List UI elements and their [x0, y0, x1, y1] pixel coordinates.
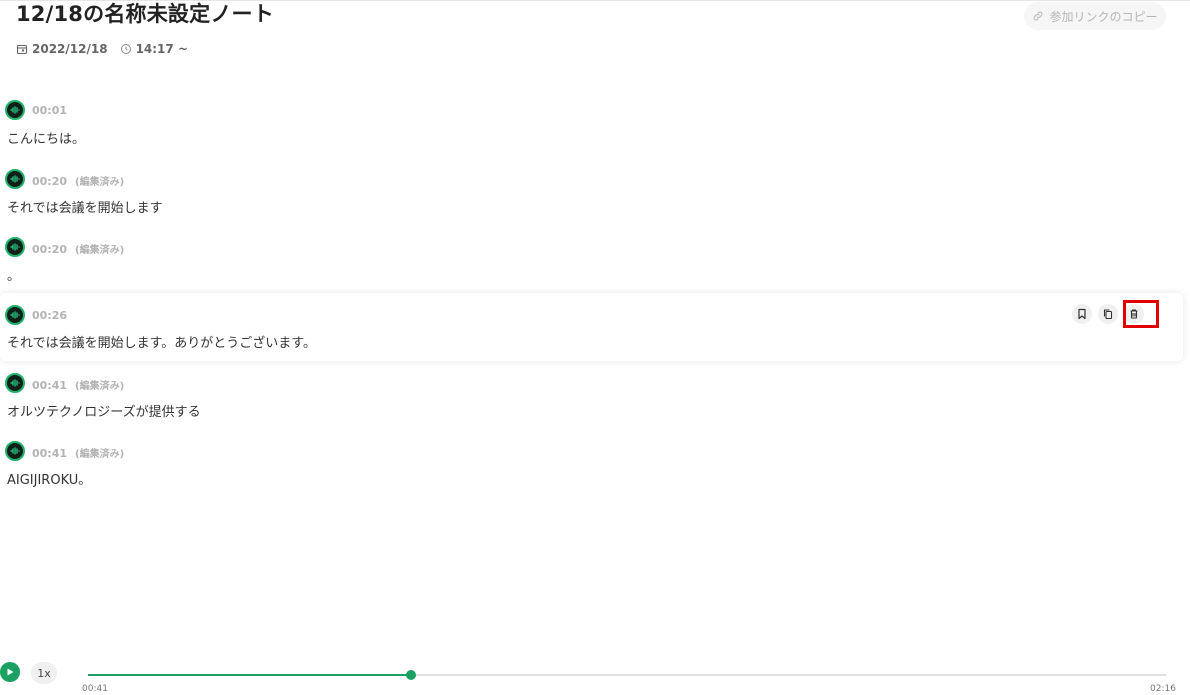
speaker-avatar: [5, 373, 25, 393]
speaker-avatar: [5, 441, 25, 461]
transcript-item[interactable]: 00:41 (編集済み) オルツテクノロジーズが提供する: [0, 369, 1183, 437]
transcript-item[interactable]: 00:01 こんにちは。: [0, 96, 1183, 164]
waveform-icon: [10, 447, 20, 455]
timestamp: 00:26: [32, 309, 68, 322]
transcript-item[interactable]: 00:20 (編集済み) 。: [0, 233, 1183, 301]
calendar-icon: [16, 44, 28, 55]
seek-bar[interactable]: [88, 670, 1166, 680]
waveform-icon: [10, 106, 20, 114]
transcript-text: それでは会議を開始します: [7, 201, 163, 216]
clock-icon: [120, 44, 131, 54]
timestamp: 00:20 (編集済み): [32, 243, 125, 256]
speaker-avatar: [5, 169, 25, 189]
seek-bar-progress: [88, 674, 412, 676]
waveform-icon: [10, 379, 20, 387]
waveform-icon: [10, 311, 20, 319]
note-title: 12/18の名称未設定ノート: [16, 2, 274, 26]
copy-join-link-label: 参加リンクのコピー: [1049, 9, 1158, 24]
transcript-text: それでは会議を開始します。ありがとうございます。: [7, 336, 317, 351]
transcript-item[interactable]: 00:41 (編集済み) AIGIJIROKU。: [0, 437, 1183, 505]
copy-button[interactable]: [1098, 304, 1118, 324]
timestamp: 00:01: [32, 104, 68, 117]
transcript-item-active[interactable]: 00:26 それでは会議を開始します。ありがとうございます。: [0, 293, 1183, 361]
copy-icon: [1103, 309, 1113, 320]
audio-player: 1x 00:41 02:16: [0, 652, 1190, 695]
timestamp: 00:41 (編集済み): [32, 447, 125, 460]
waveform-icon: [10, 175, 20, 183]
transcript-text: 。: [7, 269, 21, 284]
total-duration: 02:16: [1150, 684, 1176, 694]
transcript-text: こんにちは。: [7, 132, 86, 147]
timestamp: 00:41 (編集済み): [32, 379, 125, 392]
highlight-box: [1123, 300, 1159, 328]
play-button[interactable]: [0, 662, 20, 682]
speaker-avatar: [5, 237, 25, 257]
transcript-text: AIGIJIROKU。: [7, 473, 92, 488]
transcript-item[interactable]: 00:20 (編集済み) それでは会議を開始します: [0, 165, 1183, 233]
link-icon: [1034, 11, 1043, 21]
speaker-avatar: [5, 100, 25, 120]
bookmark-icon: [1078, 308, 1086, 320]
note-meta: 2022/12/18 14:17 ~: [16, 42, 188, 56]
timestamp: 00:20 (編集済み): [32, 175, 125, 188]
seek-bar-handle[interactable]: [406, 670, 417, 680]
note-date: 2022/12/18: [32, 42, 108, 56]
copy-join-link-button[interactable]: 参加リンクのコピー: [1024, 2, 1166, 30]
current-time: 00:41: [82, 684, 108, 694]
bookmark-button[interactable]: [1072, 304, 1092, 324]
waveform-icon: [10, 243, 20, 251]
note-start-time: 14:17 ~: [135, 42, 188, 56]
play-icon: [7, 668, 14, 676]
playback-speed-button[interactable]: 1x: [31, 662, 57, 684]
transcript-text: オルツテクノロジーズが提供する: [7, 405, 201, 420]
speaker-avatar: [5, 305, 25, 325]
